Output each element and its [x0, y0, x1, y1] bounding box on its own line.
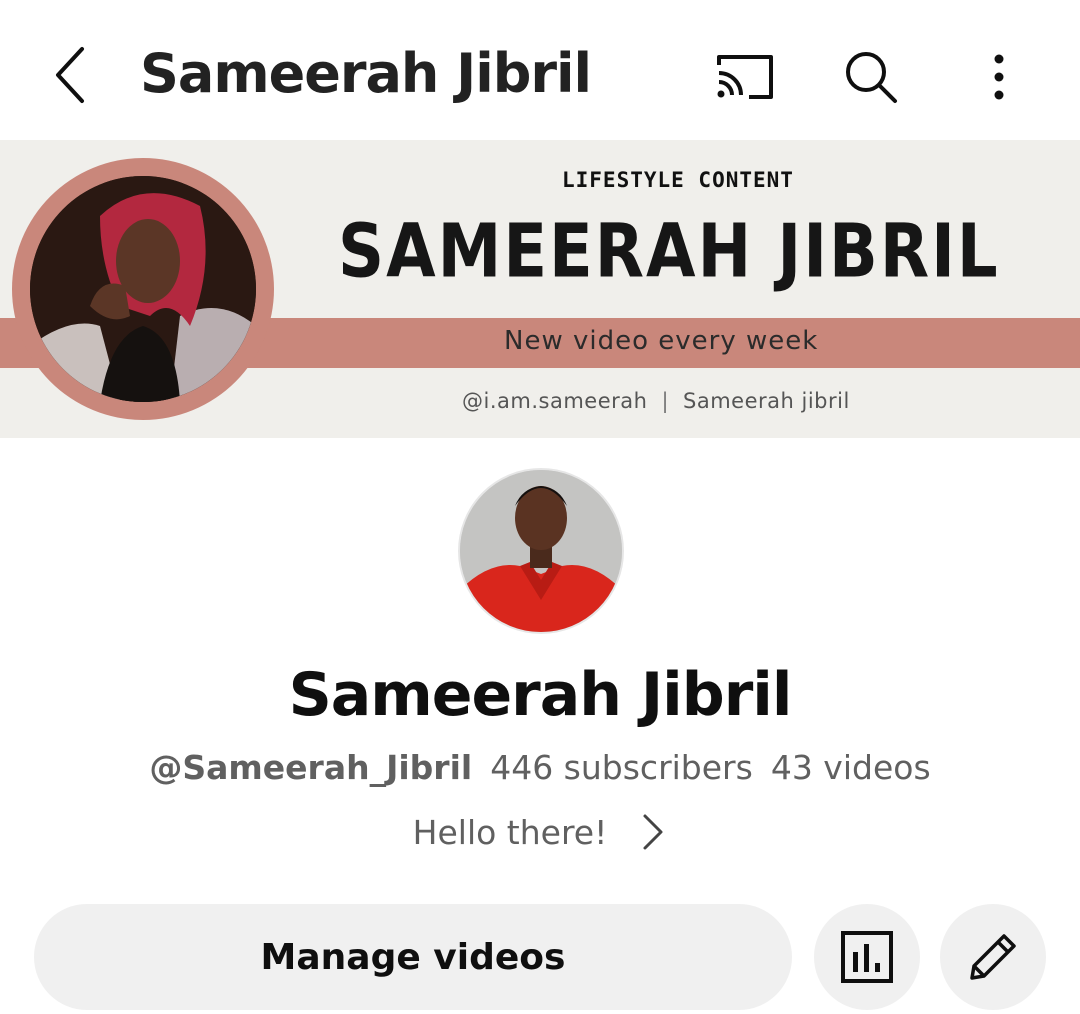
more-vertical-icon [994, 54, 1004, 100]
channel-description: Hello there! [412, 812, 608, 852]
channel-meta: @Sameerah_Jibril 446 subscribers 43 videos [0, 748, 1080, 787]
video-count: 43 videos [770, 748, 931, 787]
banner-channel-name: SAMEERAH JIBRIL [338, 210, 1000, 296]
pencil-edit-icon [970, 934, 1016, 980]
back-arrow-icon [56, 47, 84, 103]
banner-kicker: LIFESTYLE CONTENT [562, 168, 794, 192]
back-button[interactable] [40, 40, 100, 110]
edit-channel-button[interactable] [940, 904, 1046, 1010]
more-options-button[interactable] [964, 42, 1034, 112]
page-title: Sameerah Jibril [140, 42, 592, 105]
cast-icon [717, 55, 773, 99]
channel-banner[interactable]: LIFESTYLE CONTENT SAMEERAH JIBRIL New vi… [0, 140, 1080, 438]
banner-photo [30, 176, 256, 402]
banner-youtube-handle: Sameerah jibril [683, 389, 850, 413]
manage-videos-button[interactable]: Manage videos [34, 904, 792, 1010]
subscriber-count: 446 subscribers [490, 748, 753, 787]
channel-handle: @Sameerah_Jibril [149, 748, 473, 787]
search-icon [846, 52, 897, 103]
banner-instagram-handle: @i.am.sameerah [462, 389, 648, 413]
channel-name: Sameerah Jibril [288, 660, 793, 730]
banner-separator: | [661, 389, 670, 413]
cast-button[interactable] [710, 42, 780, 112]
top-app-bar: Sameerah Jibril [0, 0, 1080, 140]
search-button[interactable] [836, 42, 906, 112]
analytics-button[interactable] [814, 904, 920, 1010]
banner-handles: @i.am.sameerah | Sameerah jibril [462, 389, 850, 413]
channel-description-link[interactable]: Hello there! [0, 812, 1080, 852]
analytics-icon [841, 931, 893, 983]
chevron-right-icon [639, 812, 667, 852]
banner-tagline: New video every week [504, 326, 819, 356]
channel-avatar[interactable] [458, 468, 624, 634]
